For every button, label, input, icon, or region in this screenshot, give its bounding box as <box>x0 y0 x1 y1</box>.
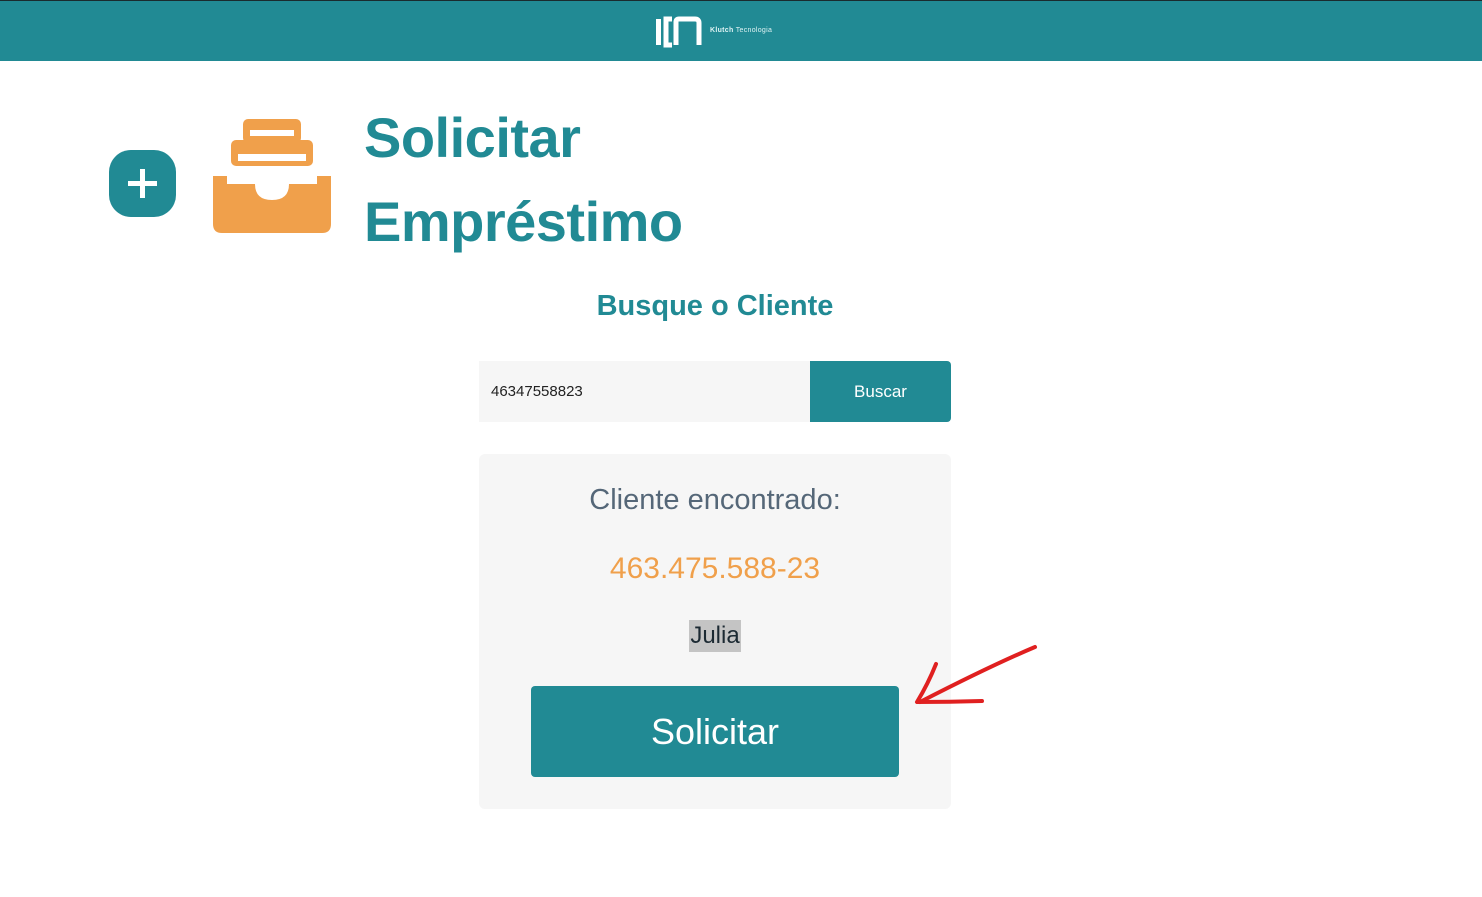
red-arrow-annotation-icon <box>915 645 1037 704</box>
client-result-card: Cliente encontrado: 463.475.588-23 Julia… <box>479 454 951 809</box>
client-name-row: Julia <box>479 620 951 652</box>
page-title: Solicitar Empréstimo <box>364 106 683 253</box>
client-search-input[interactable] <box>479 361 810 422</box>
brand-logo[interactable]: Klutch Tecnologia <box>654 16 784 48</box>
kn-monogram-logo-icon <box>656 16 702 48</box>
top-bar: Klutch Tecnologia <box>0 0 1482 61</box>
brand-text: Klutch Tecnologia <box>710 27 773 34</box>
search-heading: Busque o Cliente <box>596 290 834 322</box>
client-cpf: 463.475.588-23 <box>609 552 821 585</box>
search-button[interactable]: Buscar <box>810 361 951 422</box>
add-button[interactable] <box>109 150 176 217</box>
archive-drawer-icon <box>213 119 331 233</box>
client-found-label: Cliente encontrado: <box>589 484 841 516</box>
plus-icon <box>128 169 157 198</box>
request-loan-button[interactable]: Solicitar <box>531 686 899 777</box>
client-name: Julia <box>689 620 741 652</box>
